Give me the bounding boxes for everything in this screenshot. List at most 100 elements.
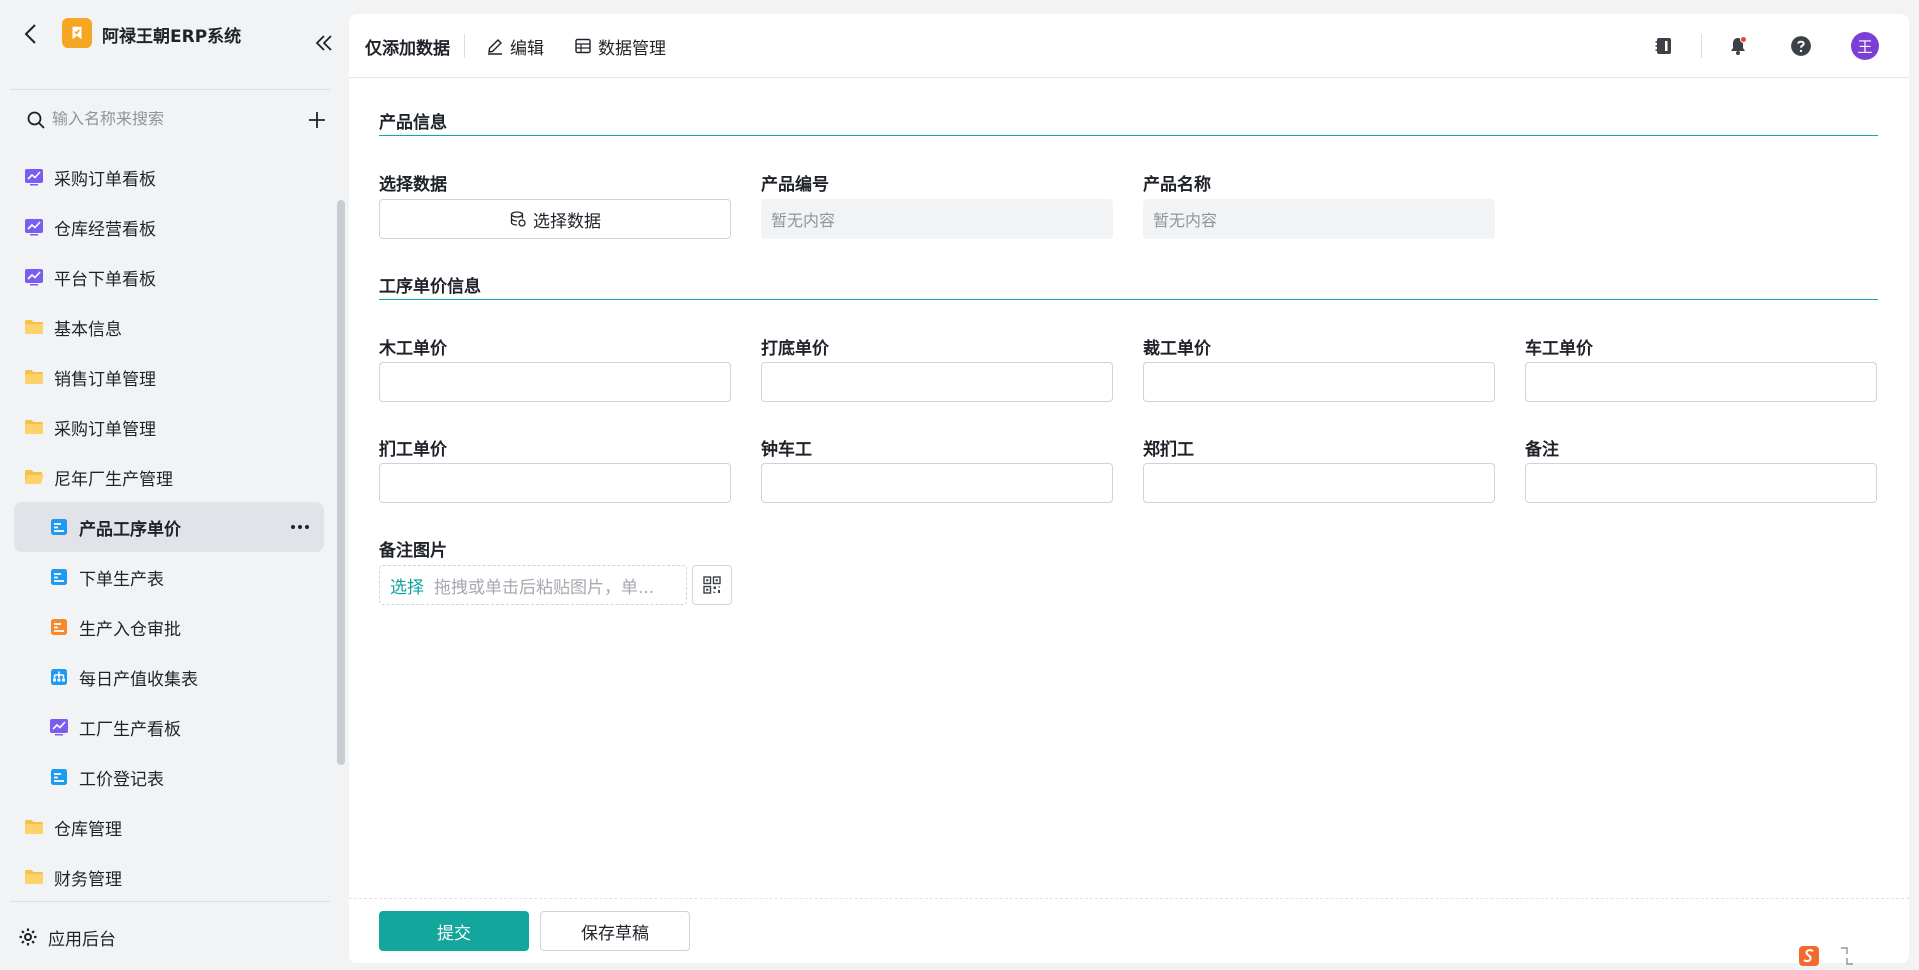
product-code-value: 暂无内容 <box>761 199 1113 239</box>
sidebar-item-label: 每日产值收集表 <box>79 669 198 690</box>
select-data-button[interactable]: 选择数据 <box>379 199 731 239</box>
sidebar-item[interactable]: 生产入仓审批 <box>14 602 324 652</box>
folder-icon <box>24 817 44 837</box>
sidebar-item-label: 工价登记表 <box>79 769 164 790</box>
app-logo <box>62 18 92 48</box>
zheng-button-label: 郑扪工 <box>1143 440 1194 460</box>
qrcode-upload-button[interactable] <box>692 565 732 605</box>
sidebar-item[interactable]: 工厂生产看板 <box>14 702 324 752</box>
database-icon <box>510 211 526 227</box>
section-title-price: 工序单价信息 <box>379 277 481 297</box>
sidebar-item[interactable]: 产品工序单价 <box>14 502 324 552</box>
sidebar-item[interactable]: 基本信息 <box>14 302 324 352</box>
sidebar-item[interactable]: 工价登记表 <box>14 752 324 802</box>
folder-icon <box>24 417 44 437</box>
dashboard-icon <box>24 267 44 287</box>
pencil-icon <box>488 39 502 55</box>
more-options-icon[interactable] <box>288 516 312 538</box>
notebook-icon[interactable] <box>1649 31 1679 61</box>
upload-hint: 拖拽或单击后粘贴图片，单... <box>434 577 655 598</box>
remark-label: 备注 <box>1525 440 1559 460</box>
bell-icon[interactable] <box>1723 31 1753 61</box>
sidebar-item-label: 工厂生产看板 <box>79 719 181 740</box>
sidebar-item-label: 生产入仓审批 <box>79 619 181 640</box>
sidebar-item-label: 下单生产表 <box>79 569 164 590</box>
sidebar-item[interactable]: 采购订单看板 <box>14 152 324 202</box>
table-icon <box>575 38 591 54</box>
sidebar-item[interactable]: 平台下单看板 <box>14 252 324 302</box>
data-manage-button-label: 数据管理 <box>598 38 666 59</box>
expand-icon[interactable] <box>1838 945 1856 967</box>
section-title-product: 产品信息 <box>379 113 447 133</box>
help-icon[interactable] <box>1786 31 1816 61</box>
sidebar-item[interactable]: 采购订单管理 <box>14 402 324 452</box>
sidebar-item-label: 财务管理 <box>54 869 122 890</box>
folder-icon <box>24 317 44 337</box>
toolbar-divider <box>464 34 465 58</box>
zhong-sewing-label: 钟车工 <box>761 440 812 460</box>
app-admin-label: 应用后台 <box>48 929 116 950</box>
sidebar-item[interactable]: 每日产值收集表 <box>14 652 324 702</box>
ime-logo-icon[interactable] <box>1798 945 1820 967</box>
primer-price-label: 打底单价 <box>761 339 829 359</box>
sidebar-item-label: 采购订单看板 <box>54 169 156 190</box>
collection-icon <box>49 667 69 687</box>
zhong-sewing-input[interactable] <box>761 463 1113 503</box>
sidebar-scrollbar[interactable] <box>337 200 345 765</box>
sewing-price-input[interactable] <box>1525 362 1877 402</box>
sidebar-item[interactable]: 尼年厂生产管理 <box>14 452 324 502</box>
sidebar-item[interactable]: 财务管理 <box>14 852 324 902</box>
sidebar-item-label: 尼年厂生产管理 <box>54 469 173 490</box>
edit-button[interactable]: 编辑 <box>486 32 544 60</box>
sidebar-item[interactable]: 仓库管理 <box>14 802 324 852</box>
sidebar-header: 阿禄王朝ERP系统 <box>0 10 340 58</box>
search-icon <box>27 111 45 129</box>
gear-icon <box>19 928 37 946</box>
submit-button[interactable]: 提交 <box>379 911 529 951</box>
sidebar-item-label: 产品工序单价 <box>79 519 181 540</box>
remark-input[interactable] <box>1525 463 1877 503</box>
collapse-sidebar-icon[interactable] <box>313 32 335 54</box>
approval-form-icon <box>49 617 69 637</box>
form-footer: 提交 保存草稿 <box>349 898 1909 963</box>
remark-image-label: 备注图片 <box>379 541 447 561</box>
add-icon[interactable] <box>306 109 328 131</box>
dashboard-icon <box>24 167 44 187</box>
folder-open-icon <box>24 467 44 487</box>
carpentry-price-input[interactable] <box>379 362 731 402</box>
select-data-button-label: 选择数据 <box>533 211 601 232</box>
sidebar-item[interactable]: 销售订单管理 <box>14 352 324 402</box>
product-code-label: 产品编号 <box>761 175 829 195</box>
cutting-price-input[interactable] <box>1143 362 1495 402</box>
folder-icon <box>24 867 44 887</box>
avatar[interactable]: 王 <box>1851 32 1879 60</box>
sidebar-item-label: 平台下单看板 <box>54 269 156 290</box>
form-icon <box>49 767 69 787</box>
data-manage-button[interactable]: 数据管理 <box>574 32 666 60</box>
image-upload-area[interactable]: 选择 拖拽或单击后粘贴图片，单... <box>379 565 687 605</box>
primer-price-input[interactable] <box>761 362 1113 402</box>
sidebar-search <box>18 104 325 136</box>
upload-pick-link[interactable]: 选择 <box>390 573 424 598</box>
sidebar-divider <box>10 901 330 902</box>
sidebar-nav: 采购订单看板仓库经营看板平台下单看板 基本信息销售订单管理 采购订单管理 尼年厂生产管… <box>14 152 324 902</box>
button-price-label: 扪工单价 <box>379 440 447 460</box>
section-divider <box>379 135 1878 136</box>
sidebar-search-input[interactable] <box>52 111 282 129</box>
save-draft-button[interactable]: 保存草稿 <box>540 911 690 951</box>
sidebar-item[interactable]: 下单生产表 <box>14 552 324 602</box>
cutting-price-label: 裁工单价 <box>1143 339 1211 359</box>
sidebar: 阿禄王朝ERP系统 采购订单看板仓库经营看板平台下单看板基本信息销售订单管理采购… <box>0 0 345 970</box>
app-admin-link[interactable]: 应用后台 <box>18 920 116 954</box>
back-arrow-icon[interactable] <box>20 22 44 46</box>
sidebar-item-label: 基本信息 <box>54 319 122 340</box>
dashboard-icon <box>49 717 69 737</box>
zheng-button-input[interactable] <box>1143 463 1495 503</box>
sidebar-item-label: 销售订单管理 <box>54 369 156 390</box>
form-icon <box>49 567 69 587</box>
qrcode-icon <box>703 576 721 594</box>
sidebar-item[interactable]: 仓库经营看板 <box>14 202 324 252</box>
sidebar-item-label: 采购订单管理 <box>54 419 156 440</box>
button-price-input[interactable] <box>379 463 731 503</box>
sewing-price-label: 车工单价 <box>1525 339 1593 359</box>
